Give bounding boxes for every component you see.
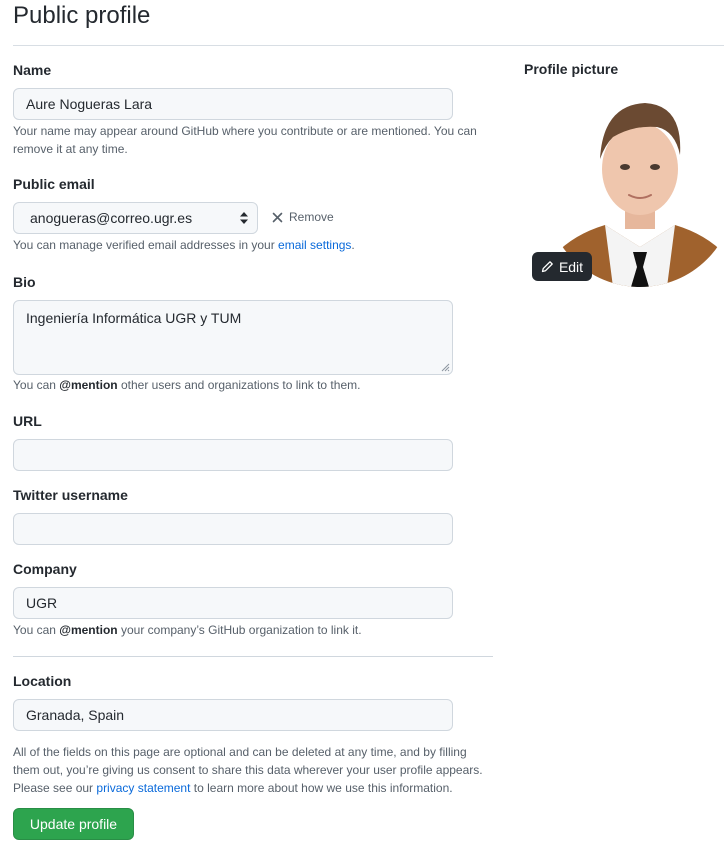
company-input[interactable]: UGR [13,587,453,619]
close-icon [272,212,283,222]
bio-note-suffix: other users and organizations to link to… [117,378,361,392]
profile-picture-label: Profile picture [524,61,619,77]
company-note-text: You can [13,623,60,637]
privacy-statement-link[interactable]: privacy statement [96,781,190,795]
edit-avatar-button[interactable]: Edit [532,252,592,281]
page-title: Public profile [13,2,151,29]
url-input[interactable] [13,439,453,471]
url-label: URL [13,413,42,429]
twitter-label: Twitter username [13,487,128,503]
bio-textarea[interactable]: Ingeniería Informática UGR y TUM [13,300,453,375]
company-note-suffix: your company’s GitHub organization to li… [117,623,362,637]
email-note-text: You can manage verified email addresses … [13,238,279,252]
company-note: You can @mention your company’s GitHub o… [13,621,362,639]
mention-text: @mention [59,623,118,637]
pencil-icon [541,261,553,273]
consent-note: All of the fields on this page are optio… [13,743,483,797]
section-divider [13,656,493,657]
location-input[interactable]: Granada, Spain [13,699,453,731]
public-email-value: anogueras@correo.ugr.es [30,210,193,226]
twitter-input[interactable] [13,513,453,545]
public-email-label: Public email [13,176,95,192]
location-label: Location [13,673,72,689]
title-divider [13,45,724,46]
bio-value: Ingeniería Informática UGR y TUM [26,310,242,326]
consent-line-3: Please see our privacy statement to lear… [13,779,483,797]
company-label: Company [13,561,77,577]
consent-line-3-text: Please see our [13,781,97,795]
name-note-line-1: Your name may appear around GitHub where… [13,124,477,138]
update-profile-button[interactable]: Update profile [13,808,134,840]
remove-email-label: Remove [289,210,334,224]
bio-note-text: You can [13,378,60,392]
resize-handle-icon[interactable] [440,362,450,372]
consent-line-3-suffix: to learn more about how we use this info… [190,781,453,795]
name-input[interactable]: Aure Nogueras Lara [13,88,453,120]
email-note-suffix: . [351,238,355,252]
name-note: Your name may appear around GitHub where… [13,122,477,158]
email-settings-link[interactable]: email settings [278,238,351,252]
email-note: You can manage verified email addresses … [13,236,355,254]
name-note-line-2: remove it at any time. [13,142,128,156]
mention-text: @mention [59,378,118,392]
bio-label: Bio [13,274,36,290]
select-arrows-icon [240,212,248,224]
remove-email-button[interactable]: Remove [272,210,334,224]
bio-note: You can @mention other users and organiz… [13,376,360,394]
public-email-select[interactable]: anogueras@correo.ugr.es [13,202,258,234]
name-label: Name [13,62,52,78]
edit-avatar-label: Edit [558,258,584,275]
consent-line-2: them out, you’re giving us consent to sh… [13,763,483,777]
consent-line-1: All of the fields on this page are optio… [13,745,467,759]
